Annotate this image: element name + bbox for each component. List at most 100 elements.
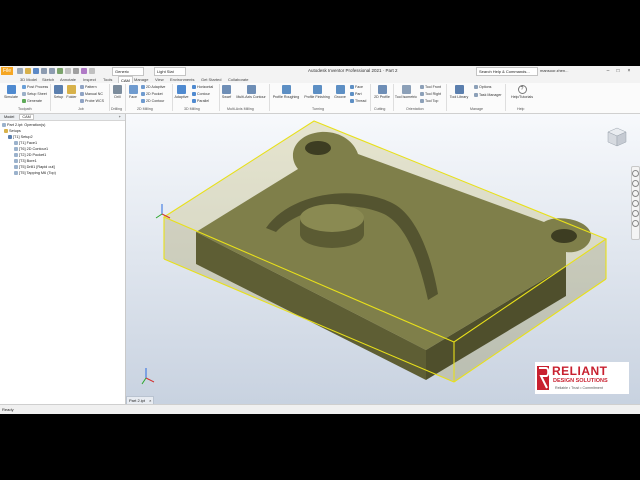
material-combo[interactable]: Generic — [112, 67, 144, 76]
steering-wheel-icon[interactable] — [632, 170, 639, 177]
select-icon[interactable] — [81, 68, 87, 74]
folder-button[interactable]: Folder — [65, 85, 78, 99]
measure-icon[interactable] — [89, 68, 95, 74]
logo-sub: DESIGN SOLUTIONS — [553, 378, 608, 384]
tab-collaborate[interactable]: Collaborate — [228, 76, 248, 83]
tab-3d-model[interactable]: 3D Model — [20, 76, 37, 83]
groove-button[interactable]: Groove — [333, 85, 347, 99]
2d-pocket-button[interactable]: 2D Pocket — [141, 92, 163, 97]
help-tutorials-button[interactable]: ? Help/Tutorials — [508, 85, 536, 99]
tree-root[interactable]: Part 2.ipt: Operation(s) — [2, 123, 45, 127]
tab-view[interactable]: View — [155, 76, 164, 83]
tree-setups[interactable]: Setups — [4, 129, 21, 133]
tab-inspect[interactable]: Inspect — [83, 76, 96, 83]
search-input[interactable]: Search Help & Commands... — [476, 67, 538, 76]
part-label: Part — [355, 92, 362, 96]
tab-manage[interactable]: Manage — [134, 76, 148, 83]
post-process-button[interactable]: Post Process — [22, 85, 48, 90]
pan-icon[interactable] — [632, 180, 639, 187]
redo-icon[interactable] — [49, 68, 55, 74]
face-button[interactable]: Face — [127, 85, 139, 99]
tool-right-button[interactable]: Tool Right — [420, 92, 441, 97]
parallel-button[interactable]: Parallel — [192, 99, 209, 104]
2d-pocket-icon — [141, 92, 145, 97]
zoom-icon[interactable] — [632, 190, 639, 197]
tab-cam-browser[interactable]: CAM — [19, 114, 34, 120]
navigation-bar[interactable] — [631, 166, 640, 240]
tab-model[interactable]: Model — [2, 115, 16, 119]
maximize-button[interactable]: □ — [614, 67, 622, 75]
tree-op-contour1[interactable]: [T6] 2D Contour1 — [14, 147, 48, 151]
options-icon — [474, 85, 478, 90]
simulate-button[interactable]: Simulate — [2, 85, 20, 99]
task-manager-icon — [474, 93, 478, 98]
manual-nc-button[interactable]: Manual NC — [80, 92, 103, 97]
part-button[interactable]: Part — [350, 92, 362, 97]
tool-isometric-button[interactable]: Tool Isometric — [394, 85, 418, 99]
look-at-icon[interactable] — [632, 210, 639, 217]
tree-op-tapping[interactable]: [T5] Tapping M6 (Top) — [14, 171, 56, 175]
multi-axis-contour-button[interactable]: Multi-Axis Contour — [234, 85, 268, 99]
profile-finishing-button[interactable]: Profile Finishing — [302, 85, 332, 99]
generate-button[interactable]: Generate — [22, 99, 42, 104]
undo-icon[interactable] — [41, 68, 47, 74]
tab-sketch[interactable]: Sketch — [42, 76, 54, 83]
profile-roughing-button[interactable]: Profile Roughing — [271, 85, 301, 99]
tree-op-pocket1[interactable]: [T2] 2D Pocket1 — [14, 153, 46, 157]
home-icon[interactable] — [57, 68, 63, 74]
tool-library-button[interactable]: Tool Library — [448, 85, 470, 99]
part-icon — [350, 92, 354, 97]
graphics-viewport[interactable]: Part 2.ipt × — [126, 114, 640, 406]
save-icon[interactable] — [33, 68, 39, 74]
user-account[interactable]: mansoor.zhen... — [540, 67, 568, 75]
file-menu-button[interactable]: File — [1, 67, 13, 75]
new-icon[interactable] — [17, 68, 23, 74]
pattern-button[interactable]: Pattern — [80, 85, 97, 90]
zoom-all-icon[interactable] — [632, 220, 639, 227]
tree-op-face1[interactable]: [T1] Face1 — [14, 141, 37, 145]
add-tab-icon[interactable]: + — [117, 114, 123, 120]
thread-button[interactable]: Thread — [350, 99, 366, 104]
tab-tools[interactable]: Tools — [103, 76, 112, 83]
minimize-button[interactable]: – — [604, 67, 612, 75]
contour-button[interactable]: Contour — [192, 92, 210, 97]
view-cube-icon — [607, 127, 627, 147]
options-button[interactable]: Options — [474, 85, 492, 90]
model-canvas[interactable] — [126, 114, 640, 404]
2d-contour-button[interactable]: 2D Contour — [141, 99, 164, 104]
tree-setup2[interactable]: [T1] Setup2 — [8, 135, 33, 139]
tree-op-bore1[interactable]: [T3] Bore1 — [14, 159, 37, 163]
turn-face-button[interactable]: Face — [350, 85, 363, 90]
adaptive-button[interactable]: Adaptive — [173, 85, 190, 99]
setup-sheet-button[interactable]: Setup Sheet — [22, 92, 47, 97]
close-button[interactable]: × — [625, 67, 633, 75]
horizontal-button[interactable]: Horizontal — [192, 85, 213, 90]
view-cube[interactable] — [606, 126, 628, 148]
tab-environments[interactable]: Environments — [170, 76, 194, 83]
hole-right — [551, 229, 577, 243]
orbit-icon[interactable] — [632, 200, 639, 207]
close-document-icon[interactable]: × — [149, 398, 151, 403]
options-label: Options — [479, 85, 492, 89]
generate-icon — [22, 99, 26, 104]
drill-button[interactable]: Drill — [111, 85, 124, 99]
open-icon[interactable] — [25, 68, 31, 74]
group-multi-axis: Multi-Axis Milling — [227, 107, 254, 111]
return-icon[interactable] — [65, 68, 71, 74]
swarf-button[interactable]: Swarf — [220, 85, 233, 99]
tool-top-button[interactable]: Tool Top — [420, 99, 438, 104]
update-icon[interactable] — [73, 68, 79, 74]
tool-front-button[interactable]: Tool Front — [420, 85, 441, 90]
appearance-combo[interactable]: Light Slat — [154, 67, 186, 76]
thread-icon — [350, 99, 354, 104]
2d-profile-button[interactable]: 2D Profile — [372, 85, 392, 99]
tab-get-started[interactable]: Get Started — [201, 76, 221, 83]
tab-annotate[interactable]: Annotate — [60, 76, 76, 83]
task-manager-button[interactable]: Task Manager — [474, 93, 502, 98]
2d-adaptive-button[interactable]: 2D Adaptive — [141, 85, 165, 90]
hole-left — [305, 141, 331, 155]
probe-wcs-button[interactable]: Probe WCS — [80, 99, 104, 104]
setup-button[interactable]: Setup — [52, 85, 65, 99]
tree-op-drill1[interactable]: [T5] Drill1 [Rapid out] — [14, 165, 55, 169]
operations-icon — [2, 123, 6, 127]
